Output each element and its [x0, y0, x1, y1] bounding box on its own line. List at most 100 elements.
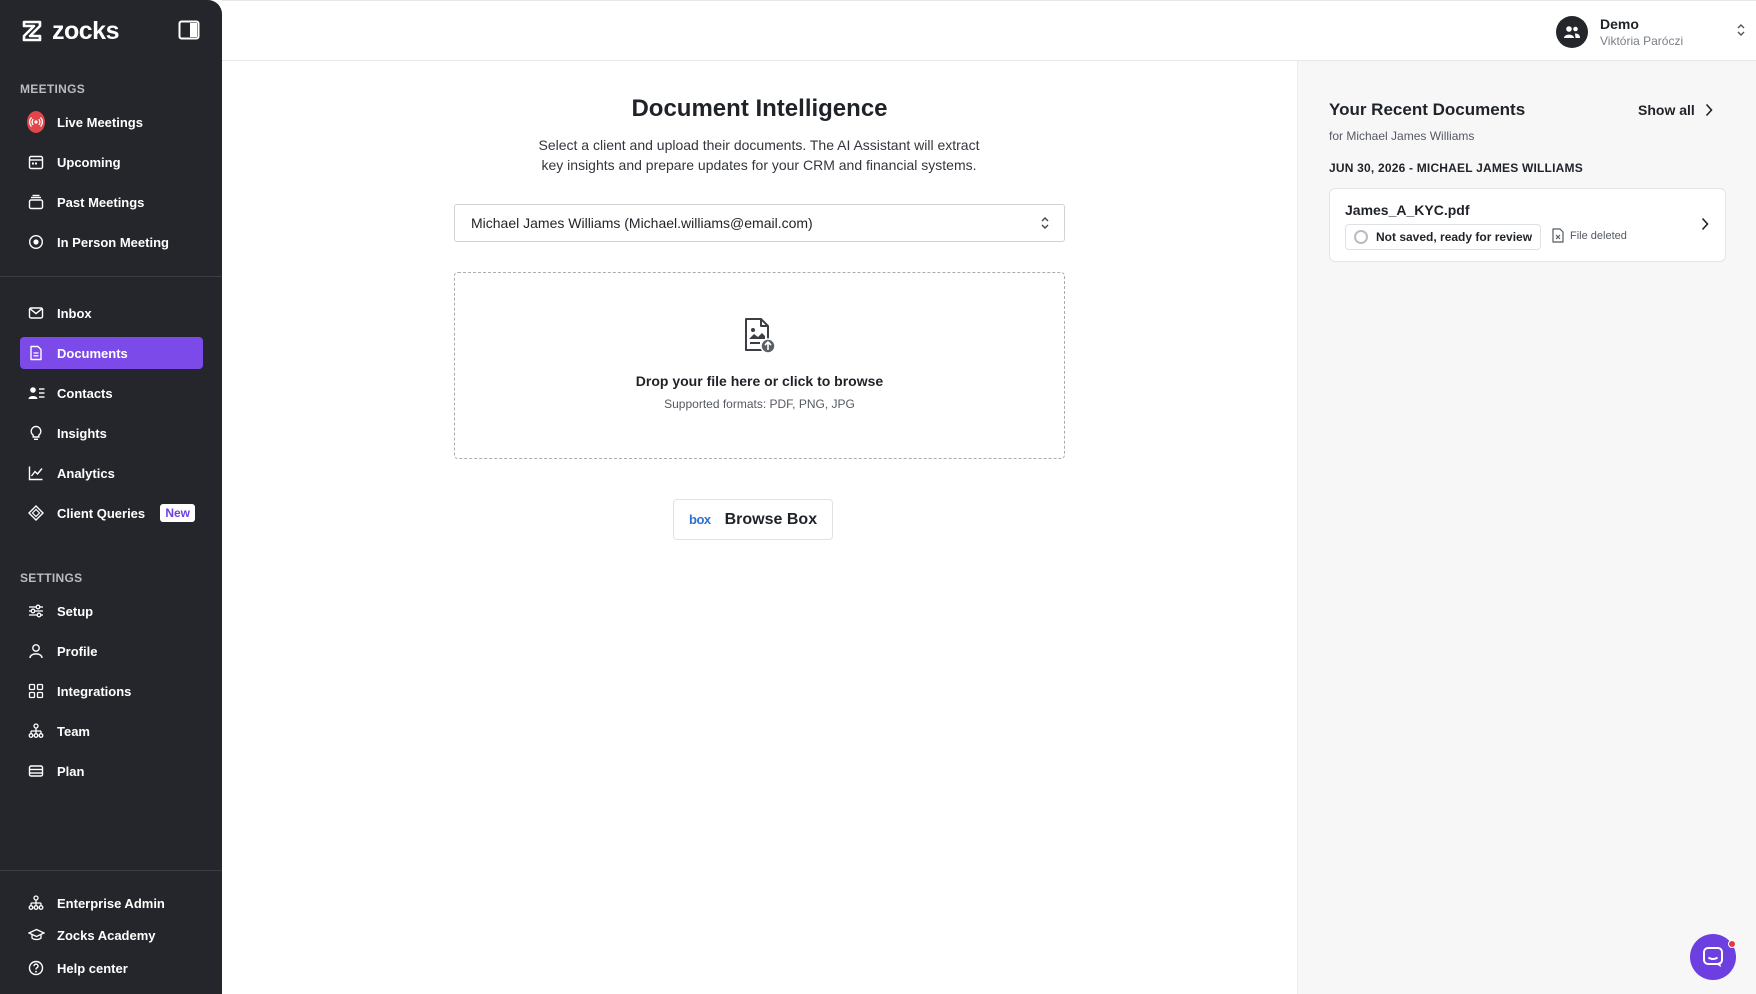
- sidebar-item-integrations[interactable]: Integrations: [20, 675, 203, 707]
- sidebar-item-live-meetings[interactable]: Live Meetings: [20, 106, 203, 138]
- dropzone-title: Drop your file here or click to browse: [635, 373, 884, 389]
- sidebar-divider: [0, 870, 222, 871]
- brand-name: zocks: [52, 16, 119, 45]
- sidebar-item-insights[interactable]: Insights: [20, 417, 203, 449]
- file-deleted-icon: [1552, 228, 1564, 243]
- sidebar-item-label: Insights: [57, 425, 107, 441]
- show-all-link[interactable]: Show all: [1638, 100, 1713, 120]
- document-name: James_A_KYC.pdf: [1345, 202, 1470, 218]
- sidebar-item-label: Live Meetings: [57, 114, 143, 130]
- users-icon: [1564, 26, 1580, 38]
- recent-documents-panel: Your Recent Documents Show all for Micha…: [1297, 61, 1756, 994]
- lightbulb-icon: [27, 424, 45, 442]
- new-badge: New: [160, 504, 195, 522]
- sidebar-item-past-meetings[interactable]: Past Meetings: [20, 186, 203, 218]
- file-upload-icon: [745, 318, 776, 354]
- user-icon: [27, 642, 45, 660]
- client-select[interactable]: Michael James Williams (Michael.williams…: [454, 204, 1065, 242]
- sidebar-item-setup[interactable]: Setup: [20, 595, 203, 627]
- file-dropzone[interactable]: Drop your file here or click to browse S…: [454, 272, 1065, 459]
- sidebar-item-enterprise-admin[interactable]: Enterprise Admin: [20, 887, 203, 919]
- team-icon: [27, 722, 45, 740]
- status-label: Not saved, ready for review: [1376, 230, 1533, 244]
- sidebar-toggle-icon[interactable]: [178, 20, 200, 40]
- box-logo-icon: box: [689, 512, 711, 527]
- sidebar-item-label: Zocks Academy: [57, 927, 156, 943]
- sidebar-item-label: Plan: [57, 763, 85, 779]
- chat-icon: [1703, 947, 1723, 967]
- sidebar-item-client-queries[interactable]: Client Queries New: [20, 497, 203, 529]
- hierarchy-icon: [27, 894, 45, 912]
- broadcast-icon: [27, 111, 45, 133]
- sidebar-item-label: Documents: [57, 345, 128, 361]
- sidebar-item-help-center[interactable]: Help center: [20, 952, 203, 984]
- recent-document-card[interactable]: James_A_KYC.pdf Not saved, ready for rev…: [1329, 188, 1726, 262]
- top-bar: Demo Viktória Paróczi: [222, 0, 1756, 61]
- sidebar-item-label: Team: [57, 723, 90, 739]
- archive-icon: [27, 193, 45, 211]
- chevron-updown-icon: [1041, 217, 1049, 229]
- chevron-right-icon: [1705, 103, 1713, 117]
- sidebar-item-upcoming[interactable]: Upcoming: [20, 146, 203, 178]
- file-state: File deleted: [1552, 228, 1627, 243]
- sidebar-item-contacts[interactable]: Contacts: [20, 377, 203, 409]
- sidebar-item-in-person-meeting[interactable]: In Person Meeting: [20, 226, 203, 258]
- zocks-logo-icon: [22, 20, 42, 42]
- status-circle-icon: [1354, 230, 1368, 244]
- sidebar-item-label: Profile: [57, 643, 98, 659]
- file-state-label: File deleted: [1570, 229, 1627, 242]
- main-content: Document Intelligence Select a client an…: [222, 61, 1297, 994]
- section-label-meetings: MEETINGS: [20, 82, 86, 96]
- sidebar-item-label: Enterprise Admin: [57, 895, 165, 911]
- recent-documents-title: Your Recent Documents: [1329, 100, 1526, 119]
- chevron-updown-icon: [1737, 24, 1745, 36]
- chart-icon: [27, 464, 45, 482]
- sidebar-item-documents[interactable]: Documents: [20, 337, 203, 369]
- chevron-right-icon: [1701, 217, 1709, 231]
- diamond-icon: [27, 504, 45, 522]
- sidebar-item-analytics[interactable]: Analytics: [20, 457, 203, 489]
- card-icon: [27, 762, 45, 780]
- status-badge: Not saved, ready for review: [1345, 224, 1542, 250]
- date-group-header: JUN 30, 2026 - MICHAEL JAMES WILLIAMS: [1329, 161, 1583, 175]
- sidebar-item-label: Help center: [57, 960, 128, 976]
- sidebar-item-zocks-academy[interactable]: Zocks Academy: [20, 919, 203, 951]
- browse-box-button[interactable]: box Browse Box: [673, 499, 833, 540]
- sidebar-item-label: Client Queries: [57, 505, 146, 521]
- sidebar-item-label: Setup: [57, 603, 94, 619]
- sidebar-item-plan[interactable]: Plan: [20, 755, 203, 787]
- sidebar-item-profile[interactable]: Profile: [20, 635, 203, 667]
- dropzone-formats: Supported formats: PDF, PNG, JPG: [664, 397, 855, 411]
- client-select-value: Michael James Williams (Michael.williams…: [471, 215, 813, 231]
- record-icon: [27, 233, 45, 251]
- org-name: Demo: [1600, 16, 1639, 32]
- sidebar-item-label: Contacts: [57, 385, 113, 401]
- sidebar-item-inbox[interactable]: Inbox: [20, 297, 203, 329]
- sidebar-item-label: Integrations: [57, 683, 132, 699]
- show-all-label: Show all: [1638, 102, 1695, 118]
- sidebar-item-team[interactable]: Team: [20, 715, 203, 747]
- user-name: Viktória Paróczi: [1600, 34, 1684, 48]
- help-icon: [27, 959, 45, 977]
- sliders-icon: [27, 602, 45, 620]
- graduation-icon: [27, 926, 45, 944]
- page-subtitle: Select a client and upload their documen…: [538, 137, 980, 173]
- sidebar-item-label: Analytics: [57, 465, 115, 481]
- calendar-icon: [27, 153, 45, 171]
- grid-icon: [27, 682, 45, 700]
- sidebar-item-label: Upcoming: [57, 154, 121, 170]
- account-switcher[interactable]: Demo Viktória Paróczi: [1556, 11, 1746, 53]
- document-icon: [27, 344, 45, 362]
- page-title: Document Intelligence: [631, 95, 888, 122]
- brand-logo[interactable]: zocks: [20, 16, 119, 46]
- sidebar-item-label: Inbox: [57, 305, 92, 321]
- sidebar-item-label: Past Meetings: [57, 194, 145, 210]
- sidebar-divider: [0, 276, 222, 277]
- notification-dot: [1728, 940, 1736, 948]
- avatar: [1556, 16, 1588, 48]
- recent-documents-client: for Michael James Williams: [1329, 129, 1475, 143]
- mail-icon: [27, 304, 45, 322]
- sidebar: zocks MEETINGS Live Meetings Upcoming Pa…: [0, 0, 222, 994]
- contacts-icon: [27, 384, 45, 402]
- sidebar-item-label: In Person Meeting: [57, 234, 169, 250]
